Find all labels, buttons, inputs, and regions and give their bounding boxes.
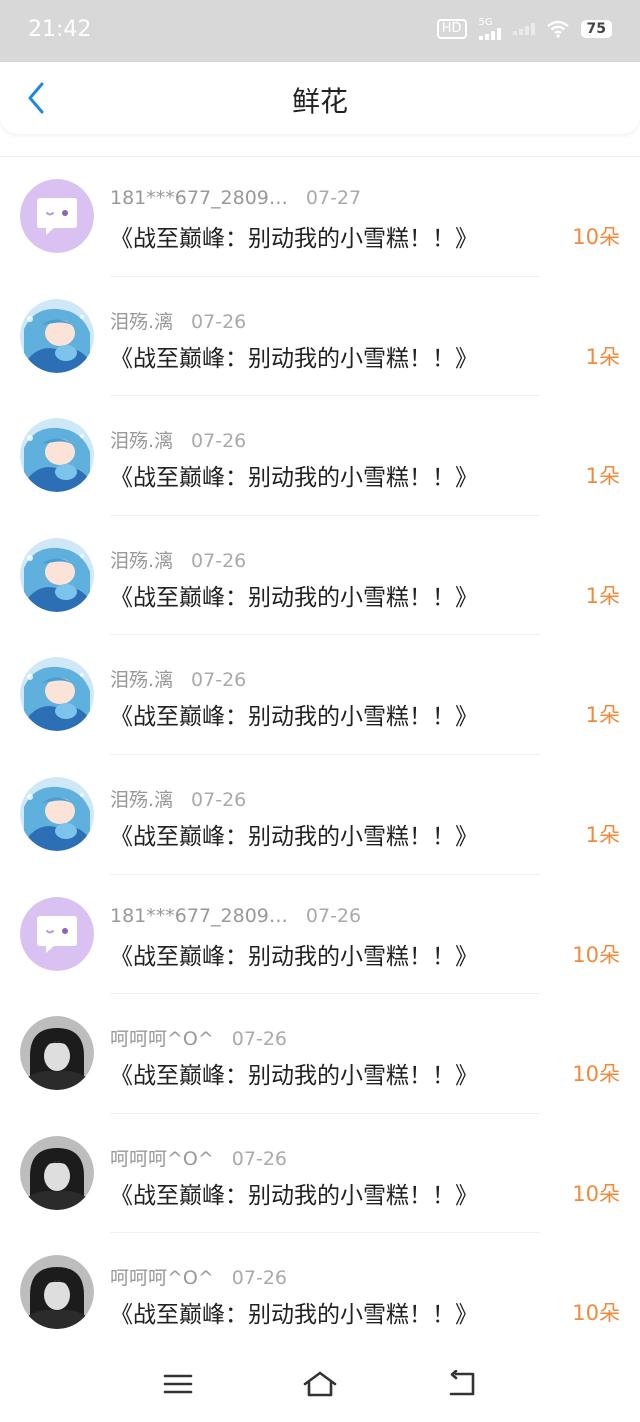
- item-meta: 泪殇.漓 07-26: [110, 546, 246, 573]
- user-name: 呵呵呵^O^: [110, 1028, 214, 1051]
- item-date: 07-26: [191, 430, 247, 453]
- flower-amount: 1朵: [585, 344, 620, 369]
- photo-avatar-icon: [20, 1255, 94, 1330]
- book-title: 《战至巅峰：别动我的小雪糕！！》: [110, 1063, 478, 1090]
- page-title: 鲜花: [291, 85, 348, 118]
- nav-bar: 鲜花: [0, 62, 640, 134]
- item-date: 07-26: [305, 904, 362, 927]
- network-5g-label: 5G: [478, 17, 493, 28]
- flower-amount: 10朵: [572, 1301, 620, 1326]
- item-meta: 泪殇.漓 07-26: [110, 307, 246, 334]
- book-title: 《战至巅峰：别动我的小雪糕！！》: [110, 345, 478, 372]
- anime-avatar-icon: [20, 418, 94, 493]
- list-item[interactable]: 泪殇.漓 07-26 《战至巅峰：别动我的小雪糕！！》 1朵: [0, 277, 640, 397]
- list-item[interactable]: 泪殇.漓 07-26 《战至巅峰：别动我的小雪糕！！》 1朵: [0, 635, 640, 755]
- bottom-nav: [0, 1346, 640, 1422]
- item-date: 07-26: [231, 1147, 288, 1170]
- avatar[interactable]: [20, 1255, 94, 1330]
- user-name: 泪殇.漓: [110, 788, 174, 811]
- flower-amount: 1朵: [585, 703, 620, 728]
- book-title: 《战至巅峰：别动我的小雪糕！！》: [110, 704, 478, 731]
- flower-amount: 1朵: [585, 822, 620, 847]
- book-title: 《战至巅峰：别动我的小雪糕！！》: [110, 584, 478, 611]
- user-name: 泪殇.漓: [110, 430, 174, 453]
- list-item[interactable]: 泪殇.漓 07-26 《战至巅峰：别动我的小雪糕！！》 1朵: [0, 755, 640, 875]
- item-date: 07-27: [305, 187, 362, 209]
- list-item[interactable]: 泪殇.漓 07-26 《战至巅峰：别动我的小雪糕！！》 1朵: [0, 396, 640, 516]
- list-item[interactable]: 呵呵呵^O^ 07-26 《战至巅峰：别动我的小雪糕！！》 10朵: [0, 1233, 640, 1353]
- anime-avatar-icon: [20, 537, 94, 612]
- book-title: 《战至巅峰：别动我的小雪糕！！》: [110, 1182, 478, 1209]
- back-icon: [449, 1370, 475, 1396]
- item-date: 07-26: [231, 1028, 288, 1051]
- photo-avatar-icon: [20, 1016, 94, 1091]
- status-bar: 21:42 HD 5G 75: [0, 0, 640, 62]
- home-button[interactable]: [298, 1364, 342, 1404]
- avatar[interactable]: [20, 418, 94, 493]
- avatar[interactable]: [20, 657, 94, 732]
- anime-avatar-icon: [20, 776, 94, 851]
- user-name: 呵呵呵^O^: [110, 1147, 214, 1170]
- signal-secondary-icon: [512, 23, 535, 35]
- book-title: 《战至巅峰：别动我的小雪糕！！》: [110, 823, 478, 850]
- user-name: 泪殇.漓: [110, 549, 174, 572]
- item-date: 07-26: [191, 788, 247, 811]
- book-title: 《战至巅峰：别动我的小雪糕！！》: [110, 1302, 478, 1329]
- home-icon: [303, 1371, 337, 1397]
- flower-amount: 1朵: [585, 464, 620, 489]
- book-title: 《战至巅峰：别动我的小雪糕！！》: [110, 226, 478, 252]
- item-meta: 181***677_2809… 07-26: [110, 905, 361, 927]
- item-meta: 泪殇.漓 07-26: [110, 426, 246, 453]
- default-avatar-icon: [20, 179, 94, 253]
- menu-button[interactable]: [156, 1364, 200, 1404]
- item-meta: 181***677_2809… 07-27: [110, 187, 361, 209]
- flower-amount: 10朵: [572, 225, 620, 249]
- item-meta: 呵呵呵^O^ 07-26: [110, 1024, 287, 1051]
- wifi-icon: [546, 20, 569, 38]
- hd-icon: HD: [436, 19, 467, 39]
- avatar[interactable]: [20, 179, 94, 253]
- user-name: 181***677_2809…: [110, 187, 288, 209]
- avatar[interactable]: [20, 537, 94, 612]
- battery-icon: 75: [580, 20, 612, 38]
- signal-5g-icon: 5G: [478, 17, 501, 40]
- anime-avatar-icon: [20, 298, 94, 373]
- item-date: 07-26: [191, 669, 247, 692]
- avatar[interactable]: [20, 896, 94, 971]
- avatar[interactable]: [20, 776, 94, 851]
- user-name: 181***677_2809…: [110, 904, 288, 927]
- flower-list: 181***677_2809… 07-27 《战至巅峰：别动我的小雪糕！！》 10朵泪…: [0, 156, 640, 1353]
- avatar[interactable]: [20, 298, 94, 373]
- flower-amount: 1朵: [585, 583, 620, 608]
- book-title: 《战至巅峰：别动我的小雪糕！！》: [110, 465, 478, 492]
- flower-amount: 10朵: [572, 1062, 620, 1087]
- photo-avatar-icon: [20, 1135, 94, 1210]
- item-date: 07-26: [231, 1267, 288, 1290]
- list-item[interactable]: 181***677_2809… 07-26 《战至巅峰：别动我的小雪糕！！》 10朵: [0, 875, 640, 995]
- user-name: 泪殇.漓: [110, 669, 174, 692]
- item-meta: 泪殇.漓 07-26: [110, 665, 246, 692]
- status-icons: HD 5G 75: [436, 17, 612, 40]
- status-time: 21:42: [28, 17, 92, 42]
- list-item[interactable]: 泪殇.漓 07-26 《战至巅峰：别动我的小雪糕！！》 1朵: [0, 516, 640, 636]
- item-meta: 泪殇.漓 07-26: [110, 785, 246, 812]
- flower-amount: 10朵: [572, 1181, 620, 1206]
- user-name: 泪殇.漓: [110, 310, 174, 333]
- menu-icon: [163, 1374, 193, 1394]
- avatar[interactable]: [20, 1016, 94, 1091]
- list-item[interactable]: 呵呵呵^O^ 07-26 《战至巅峰：别动我的小雪糕！！》 10朵: [0, 994, 640, 1114]
- flower-amount: 10朵: [572, 942, 620, 967]
- default-avatar-icon: [20, 896, 94, 971]
- list-item[interactable]: 181***677_2809… 07-27 《战至巅峰：别动我的小雪糕！！》 10朵: [0, 157, 640, 277]
- avatar[interactable]: [20, 1135, 94, 1210]
- user-name: 呵呵呵^O^: [110, 1267, 214, 1290]
- item-meta: 呵呵呵^O^ 07-26: [110, 1263, 287, 1290]
- back-nav-button[interactable]: [440, 1364, 484, 1404]
- book-title: 《战至巅峰：别动我的小雪糕！！》: [110, 943, 478, 970]
- item-date: 07-26: [191, 549, 247, 572]
- list-item[interactable]: 呵呵呵^O^ 07-26 《战至巅峰：别动我的小雪糕！！》 10朵: [0, 1114, 640, 1234]
- item-meta: 呵呵呵^O^ 07-26: [110, 1144, 287, 1171]
- item-date: 07-26: [191, 310, 247, 333]
- anime-avatar-icon: [20, 657, 94, 732]
